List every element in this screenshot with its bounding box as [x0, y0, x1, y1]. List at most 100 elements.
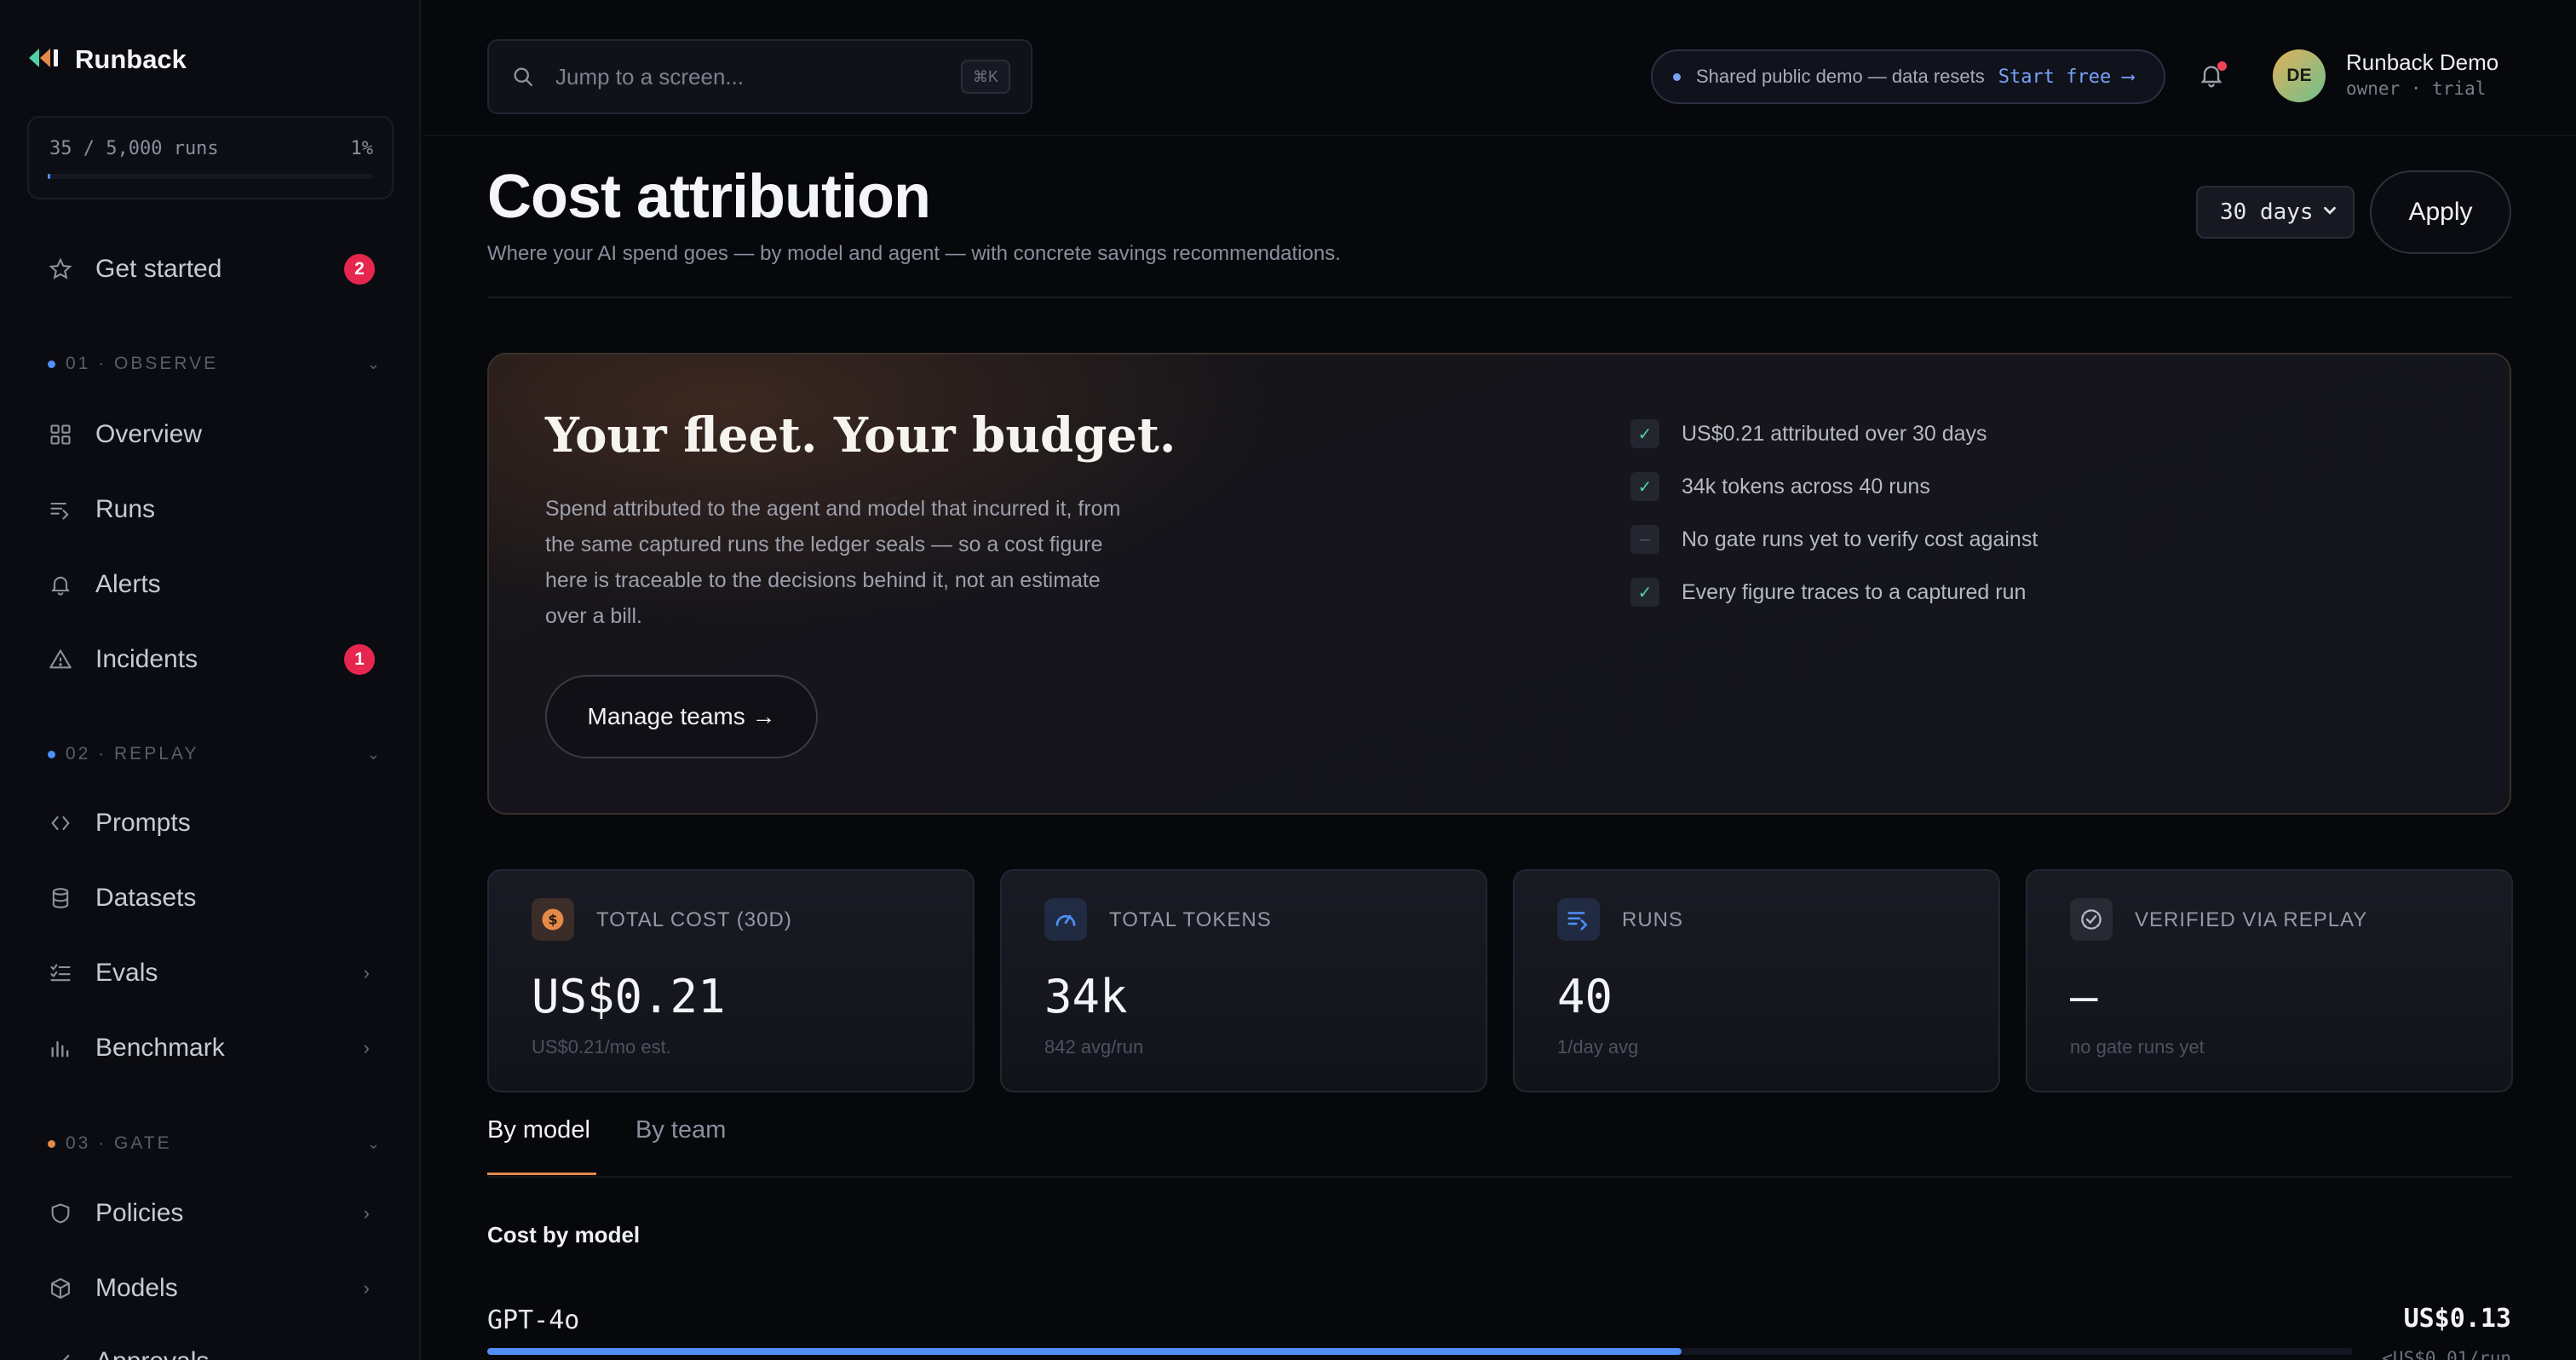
kpi-value: —: [2070, 970, 2098, 1023]
verified-icon: [2070, 898, 2113, 941]
sidebar-item-label: Models: [95, 1274, 178, 1302]
section-dot: [48, 1139, 55, 1148]
kpi-card-verified-via-replay: VERIFIED VIA REPLAY — no gate runs yet: [2026, 869, 2513, 1092]
gauge-icon: [1044, 898, 1087, 941]
kpi-value: US$0.21: [532, 970, 726, 1023]
checklist-item: ✓ US$0.21 attributed over 30 days: [1630, 407, 2038, 460]
sidebar-item-label: Get started: [95, 255, 222, 283]
kpi-subtext: 842 avg/run: [1044, 1036, 1144, 1057]
sidebar-item-evals[interactable]: Evals ›: [27, 946, 394, 1000]
checklist-text: 34k tokens across 40 runs: [1682, 474, 1930, 498]
hero-panel: Your fleet. Your budget. Spend attribute…: [487, 353, 2511, 815]
chevron-right-icon: ›: [363, 962, 370, 983]
manage-teams-button[interactable]: Manage teams →: [545, 675, 818, 758]
usage-label: 35 / 5,000 runs: [49, 138, 219, 159]
tab-by-team[interactable]: By team: [635, 1116, 726, 1144]
sidebar-item-label: Runs: [95, 495, 156, 523]
check-icon: ✓: [1630, 578, 1659, 607]
model-cost-bar-fill: [487, 1348, 1682, 1355]
sidebar: Runback 35 / 5,000 runs 1% Get started 2…: [0, 0, 421, 1360]
sidebar-item-label: Prompts: [95, 809, 191, 837]
sidebar-item-datasets[interactable]: Datasets: [27, 871, 394, 925]
sidebar-item-overview[interactable]: Overview: [27, 407, 394, 462]
kpi-label: VERIFIED VIA REPLAY: [2135, 908, 2368, 931]
chevron-down-icon: ⌄: [366, 1134, 380, 1152]
kpi-card-total-cost: $ TOTAL COST (30D) US$0.21 US$0.21/mo es…: [487, 869, 975, 1092]
star-icon: [48, 256, 73, 282]
sidebar-item-get-started[interactable]: Get started 2: [27, 242, 394, 297]
section-title: 01 · OBSERVE: [66, 354, 219, 373]
sidebar-item-prompts[interactable]: Prompts: [27, 796, 394, 850]
user-name[interactable]: Runback Demo: [2346, 49, 2498, 76]
date-range-value: 30 days: [2220, 199, 2314, 225]
sidebar-item-alerts[interactable]: Alerts: [27, 557, 394, 612]
chevron-right-icon: ›: [363, 1037, 370, 1058]
search-input[interactable]: Jump to a screen... ⌘K: [487, 39, 1032, 114]
kpi-subtext: US$0.21/mo est.: [532, 1036, 671, 1057]
unread-indicator: [2217, 61, 2227, 71]
sidebar-item-label: Approvals: [95, 1347, 209, 1360]
kpi-subtext: no gate runs yet: [2070, 1036, 2205, 1057]
active-tab-indicator: [487, 1173, 596, 1175]
page-subtitle: Where your AI spend goes — by model and …: [487, 242, 1341, 265]
database-icon: [48, 885, 73, 911]
checklist-text: No gate runs yet to verify cost against: [1682, 527, 2038, 551]
sidebar-item-policies[interactable]: Policies ›: [27, 1186, 394, 1241]
brand-name: Runback: [75, 44, 187, 74]
usage-progress-fill: [48, 174, 51, 179]
brand[interactable]: Runback: [27, 44, 187, 75]
sidebar-item-approvals[interactable]: Approvals: [27, 1334, 394, 1360]
model-cost: US$0.13: [2403, 1304, 2511, 1334]
header-divider: [487, 297, 2511, 298]
warning-icon: [48, 647, 73, 672]
section-title: 02 · REPLAY: [66, 744, 199, 764]
tab-by-model[interactable]: By model: [487, 1116, 590, 1144]
bell-icon: [2198, 66, 2225, 94]
checklist-item: – No gate runs yet to verify cost agains…: [1630, 513, 2038, 566]
section-title: 03 · GATE: [66, 1133, 172, 1153]
bar-chart-icon: [48, 1035, 73, 1061]
dollar-icon: $: [532, 898, 574, 941]
date-range-select[interactable]: 30 days: [2196, 186, 2355, 239]
chevron-down-icon: ⌄: [366, 745, 380, 763]
svg-text:$: $: [548, 912, 557, 928]
checklist: ✓ US$0.21 attributed over 30 days ✓ 34k …: [1630, 407, 2038, 619]
tabs-divider: [487, 1176, 2511, 1178]
sidebar-item-label: Overview: [95, 420, 203, 448]
notification-badge: 1: [344, 644, 375, 675]
notification-badge: 2: [344, 254, 375, 285]
code-icon: [48, 810, 73, 836]
checklist-item: ✓ 34k tokens across 40 runs: [1630, 460, 2038, 513]
checklist-item: ✓ Every figure traces to a captured run: [1630, 566, 2038, 619]
search-icon: [511, 65, 535, 89]
sidebar-item-runs[interactable]: Runs: [27, 482, 394, 537]
check-icon: ✓: [1630, 472, 1659, 501]
apply-button[interactable]: Apply: [2370, 170, 2511, 254]
demo-notice-text: Shared public demo — data resets: [1696, 66, 1985, 87]
usage-percent: 1%: [350, 138, 374, 159]
chevron-right-icon: ›: [363, 1277, 370, 1299]
sidebar-item-models[interactable]: Models ›: [27, 1261, 394, 1316]
section-gate-toggle[interactable]: 03 · GATE ⌄: [48, 1131, 380, 1156]
topbar-divider: [423, 135, 2576, 136]
sidebar-item-incidents[interactable]: Incidents 1: [27, 632, 394, 687]
avatar[interactable]: DE: [2273, 49, 2326, 102]
model-name: GPT-4o: [487, 1305, 580, 1335]
start-free-link[interactable]: Start free ⟶: [1998, 66, 2134, 88]
model-cost-bar-track: [487, 1348, 2353, 1355]
cost-by-model-title: Cost by model: [487, 1222, 641, 1248]
keyboard-shortcut-hint: ⌘K: [960, 60, 1010, 94]
checklist-text: Every figure traces to a captured run: [1682, 579, 2027, 604]
notifications-button[interactable]: [2198, 60, 2228, 94]
sidebar-item-benchmark[interactable]: Benchmark ›: [27, 1021, 394, 1075]
user-role: owner · trial: [2346, 78, 2487, 99]
checklist-text: US$0.21 attributed over 30 days: [1682, 421, 1987, 446]
page-title: Cost attribution: [487, 163, 931, 231]
checklist-icon: [48, 960, 73, 986]
section-replay-toggle[interactable]: 02 · REPLAY ⌄: [48, 741, 380, 767]
section-observe-toggle[interactable]: 01 · OBSERVE ⌄: [48, 351, 380, 377]
sidebar-item-label: Datasets: [95, 884, 197, 912]
hero-body: Spend attributed to the agent and model …: [545, 497, 1121, 628]
demo-notice-banner: Shared public demo — data resets Start f…: [1651, 49, 2165, 104]
chevron-down-icon: [2320, 201, 2339, 224]
